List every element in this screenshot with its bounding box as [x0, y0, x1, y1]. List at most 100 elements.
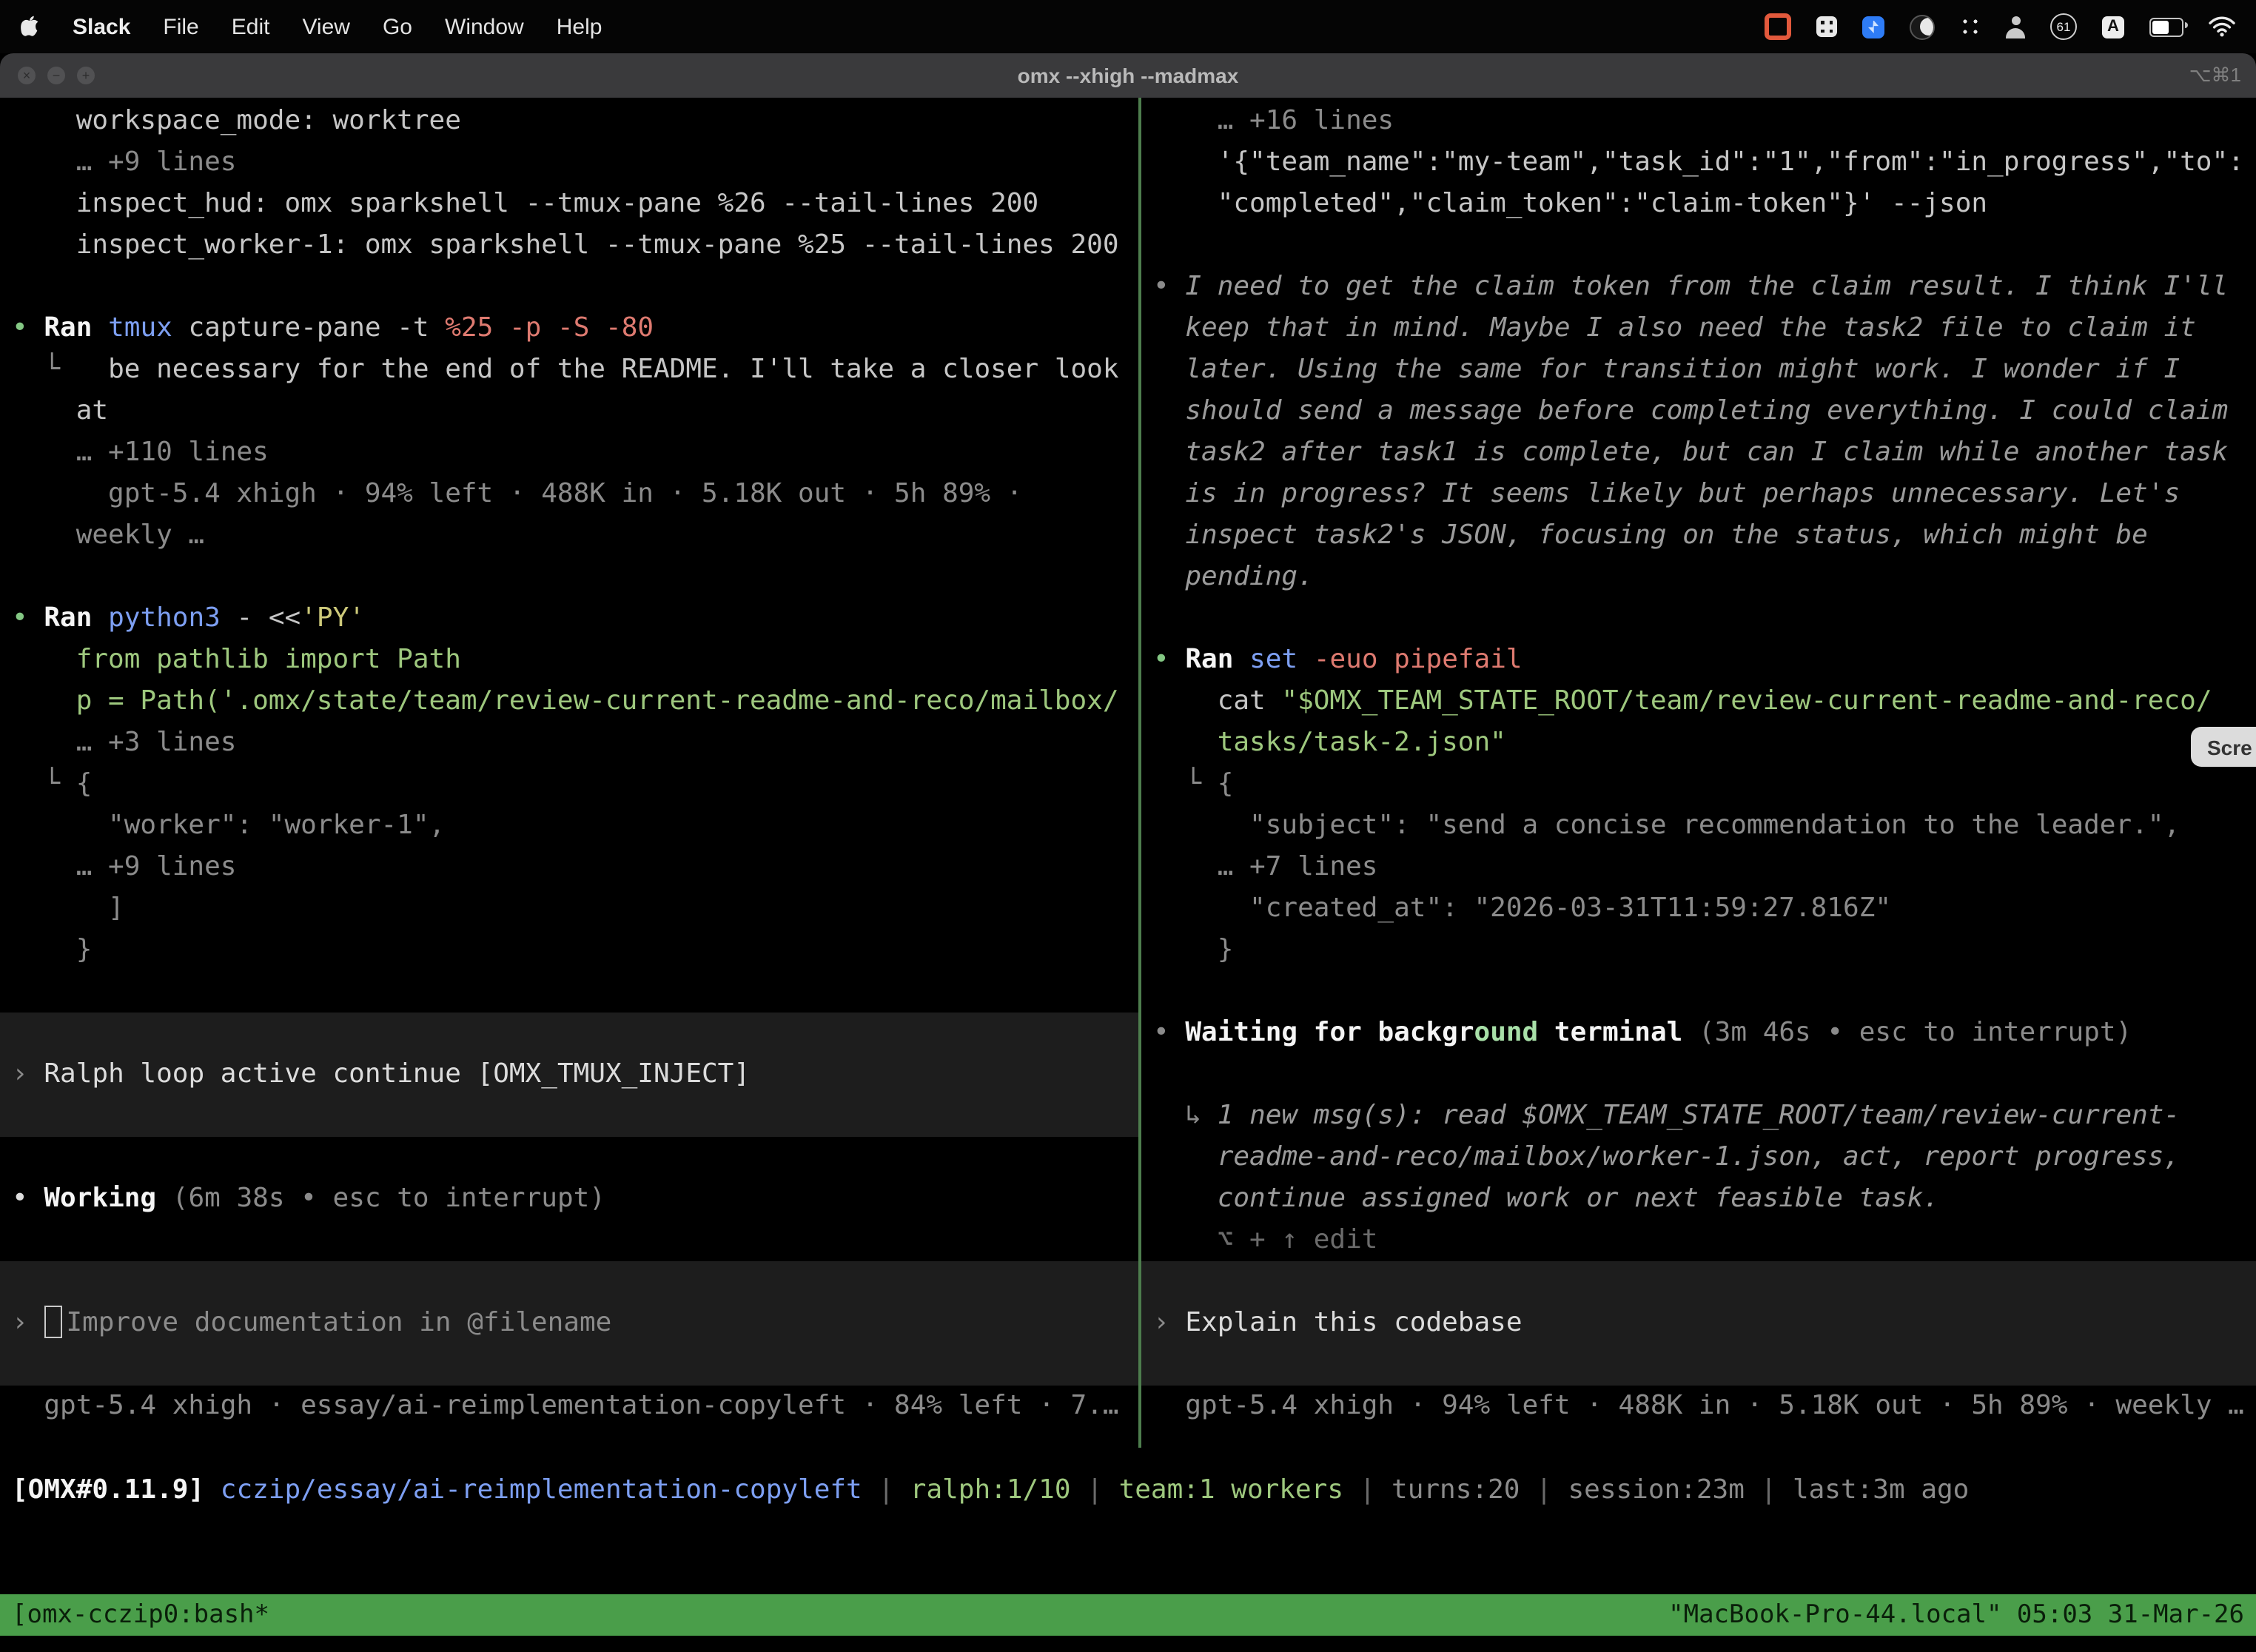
screen-notification-sliver[interactable]: Scre — [2191, 727, 2256, 767]
menu-item-view[interactable]: View — [302, 14, 350, 39]
text-segment: python3 — [108, 602, 236, 634]
tmux-session-label: [omx-cczip0:bash* — [12, 1594, 269, 1636]
text-segment: cczip/essay/ai-reimplementation-copyleft — [221, 1474, 862, 1505]
zoom-button[interactable]: + — [77, 67, 95, 84]
terminal-line: › Ralph loop active continue [OMX_TMUX_I… — [12, 1054, 1138, 1095]
tmux-status-bar: [omx-cczip0:bash* "MacBook-Pro-44.local"… — [0, 1594, 2256, 1636]
text-segment: inspect_worker-1: omx sparkshell --tmux-… — [12, 229, 1119, 261]
text-segment: cat — [1153, 685, 1281, 716]
terminal-line: • Ran python3 - <<'PY' — [12, 598, 1138, 639]
text-segment: … +16 lines — [1153, 105, 1394, 136]
text-segment: └ — [1153, 768, 1218, 799]
terminal-line: "created_at": "2026-03-31T11:59:27.816Z" — [1153, 888, 2256, 930]
text-segment: "completed","claim_token":"claim-token"}… — [1153, 188, 1987, 219]
text-segment: | — [1745, 1474, 1793, 1505]
text-segment: 'PY' — [301, 602, 365, 634]
left-pane[interactable]: workspace_mode: worktree … +9 lines insp… — [0, 98, 1138, 1427]
traffic-lights: × − + — [18, 67, 95, 84]
text-segment: … +9 lines — [12, 147, 236, 178]
text-segment: • — [12, 312, 44, 343]
text-segment: I need to get the claim token from the c… — [1185, 271, 2228, 302]
text-segment: "$OMX_TEAM_STATE_ROOT/team/review-curren… — [1281, 685, 2212, 716]
window-title-bar[interactable]: × − + omx --xhigh --madmax ⌥⌘1 — [0, 53, 2256, 98]
terminal-line: task2 after task1 is complete, but can I… — [1153, 432, 2256, 474]
terminal-line — [12, 1137, 1138, 1178]
terminal-line: is in progress? It seems likely but perh… — [1153, 474, 2256, 515]
terminal-line: └ { — [1153, 764, 2256, 805]
terminal-line: › Explain this codebase — [1153, 1303, 2256, 1344]
text-segment: inspect_hud: omx sparkshell --tmux-pane … — [12, 188, 1038, 219]
menu-item-help[interactable]: Help — [557, 14, 602, 39]
text-segment: "created_at": "2026-03-31T11:59:27.816Z" — [1153, 893, 1891, 924]
tmux-host-clock-label: "MacBook-Pro-44.local" 05:03 31-Mar-26 — [1668, 1594, 2244, 1636]
terminal-line: gpt-5.4 xhigh · 94% left · 488K in · 5.1… — [12, 474, 1138, 515]
terminal-line: inspect_worker-1: omx sparkshell --tmux-… — [12, 225, 1138, 266]
terminal-line: } — [12, 930, 1138, 971]
text-segment: capture-pane — [188, 312, 397, 343]
text-cursor — [44, 1305, 61, 1337]
terminal-line: gpt-5.4 xhigh · 94% left · 488K in · 5.1… — [1153, 1386, 2256, 1427]
menu-item-go[interactable]: Go — [383, 14, 412, 39]
battery-percentage-badge[interactable]: 61 — [2050, 13, 2077, 40]
prompt-bar[interactable]: › Improve documentation in @filename — [0, 1261, 1138, 1386]
blue-app-icon[interactable] — [1862, 16, 1884, 38]
menu-item-edit[interactable]: Edit — [232, 14, 270, 39]
dark-circle-app-icon[interactable] — [1910, 14, 1935, 39]
text-segment: readme-and-reco/mailbox/worker-1.json, a… — [1153, 1141, 2180, 1172]
minimize-button[interactable]: − — [47, 67, 65, 84]
terminal-line: gpt-5.4 xhigh · essay/ai-reimplementatio… — [12, 1386, 1138, 1427]
prompt-bar[interactable]: › Ralph loop active continue [OMX_TMUX_I… — [0, 1013, 1138, 1137]
text-segment: • — [1153, 271, 1185, 302]
menu-app-name[interactable]: Slack — [73, 14, 130, 39]
text-segment: └ — [12, 768, 76, 799]
terminal-line: "completed","claim_token":"claim-token"}… — [1153, 184, 2256, 225]
text-segment: › — [12, 1307, 44, 1338]
terminal-line: [OMX#0.11.9] cczip/essay/ai-reimplementa… — [12, 1470, 1969, 1511]
text-segment: … +7 lines — [1153, 851, 1377, 882]
screen-recording-indicator-icon[interactable] — [1765, 13, 1791, 40]
text-segment: "subject": "send a concise recommendatio… — [1153, 810, 2180, 841]
text-segment: | — [1520, 1474, 1568, 1505]
text-segment: Ran — [44, 312, 108, 343]
terminal-line: › Improve documentation in @filename — [12, 1303, 1138, 1344]
menu-item-window[interactable]: Window — [445, 14, 524, 39]
right-pane[interactable]: … +16 lines '{"team_name":"my-team","tas… — [1141, 98, 2256, 1427]
terminal-line — [1153, 598, 2256, 639]
terminal-line: "subject": "send a concise recommendatio… — [1153, 805, 2256, 847]
battery-icon[interactable] — [2149, 17, 2183, 36]
terminal-line: workspace_mode: worktree — [12, 101, 1138, 142]
terminal-line: should send a message before completing … — [1153, 391, 2256, 432]
apple-menu-icon[interactable] — [21, 14, 43, 39]
text-segment: later. Using the same for transition mig… — [1153, 354, 2180, 385]
text-segment: › — [1153, 1307, 1185, 1338]
silhouette-icon[interactable] — [2006, 16, 2025, 38]
input-source-icon[interactable]: A — [2102, 16, 2124, 38]
close-button[interactable]: × — [18, 67, 36, 84]
text-segment: be necessary for the end of the README. … — [108, 354, 1118, 385]
text-segment: • — [12, 1183, 44, 1214]
prompt-bar[interactable]: › Explain this codebase — [1141, 1261, 2256, 1386]
terminal-line: inspect_hud: omx sparkshell --tmux-pane … — [12, 184, 1138, 225]
keypad-icon[interactable] — [1816, 16, 1837, 37]
terminal-line: "worker": "worker-1", — [12, 805, 1138, 847]
text-segment: Ran — [44, 602, 108, 634]
terminal-line: … +16 lines — [1153, 101, 2256, 142]
terminal-line: pending. — [1153, 557, 2256, 598]
text-segment: | — [1071, 1474, 1119, 1505]
menu-item-file[interactable]: File — [163, 14, 198, 39]
terminal-line: … +9 lines — [12, 847, 1138, 888]
terminal-line: • Working (6m 38s • esc to interrupt) — [12, 1178, 1138, 1220]
text-segment: ↳ — [1153, 1100, 1218, 1131]
text-segment: } — [1153, 934, 1233, 965]
text-segment: -p -S -80 — [509, 312, 654, 343]
text-segment: continue assigned work or next feasible … — [1153, 1183, 1939, 1214]
text-segment: "worker": "worker-1", — [12, 810, 445, 841]
terminal-line — [12, 971, 1138, 1013]
dots-grid-icon[interactable] — [1960, 16, 1981, 37]
terminal-line: readme-and-reco/mailbox/worker-1.json, a… — [1153, 1137, 2256, 1178]
menu-bar: Slack File Edit View Go Window Help 61 A — [0, 0, 2256, 53]
text-segment: last:3m ago — [1793, 1474, 1969, 1505]
wifi-icon[interactable] — [2209, 16, 2235, 37]
text-segment: { — [76, 768, 93, 799]
terminal-line: tasks/task-2.json" — [1153, 722, 2256, 764]
